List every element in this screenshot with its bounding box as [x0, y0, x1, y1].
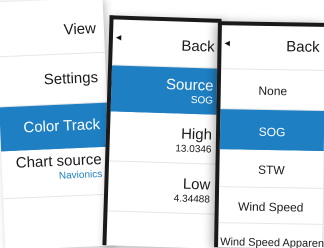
menu-item-value: 13.0346	[175, 143, 212, 156]
screen: View Settings Color Track Chart source N…	[0, 0, 324, 248]
option-label: Wind Speed Apparent	[220, 236, 324, 248]
menu-item-low[interactable]: Low 4.34488	[107, 161, 217, 215]
menu-item-value: SOG	[190, 94, 214, 107]
caret-left-icon: ◀	[115, 34, 122, 42]
option-label: Wind Speed	[237, 199, 304, 215]
back-button[interactable]: ◀ Back	[221, 25, 324, 71]
color-track-menu: ◀ Back Source SOG High 13.0346 Low 4.344…	[102, 15, 222, 248]
option-wind-speed[interactable]: Wind Speed	[218, 187, 324, 225]
back-label: Back	[286, 38, 320, 56]
caret-left-icon: ◀	[224, 40, 231, 48]
option-wind-speed-apparent[interactable]: Wind Speed Apparent	[218, 223, 324, 248]
menu-item-color-track[interactable]: Color Track	[0, 102, 110, 152]
menu-item-view[interactable]: View	[0, 0, 105, 58]
menu-item-label: Settings	[43, 69, 99, 89]
main-menu: View Settings Color Track Chart source N…	[0, 0, 114, 248]
option-label: STW	[257, 162, 285, 178]
menu-item-label: View	[63, 20, 97, 39]
menu-item-high[interactable]: High 13.0346	[109, 111, 219, 165]
option-sog[interactable]: SOG	[219, 109, 324, 151]
source-menu: ◀ Back None SOG STW Wind Speed Wind Spee…	[214, 21, 324, 248]
option-none[interactable]: None	[220, 69, 324, 111]
menu-item-value: 4.34488	[173, 193, 211, 206]
menu-item-chart-source[interactable]: Chart source Navionics	[1, 146, 112, 200]
menu-item-label: Color Track	[23, 115, 101, 137]
option-label: None	[258, 83, 288, 99]
back-label: Back	[181, 37, 215, 56]
menu-item-settings[interactable]: Settings	[0, 52, 108, 108]
back-button[interactable]: ◀ Back	[112, 19, 222, 69]
option-stw[interactable]: STW	[219, 149, 324, 189]
menu-item-source[interactable]: Source SOG	[110, 65, 221, 115]
option-label: SOG	[258, 124, 286, 140]
